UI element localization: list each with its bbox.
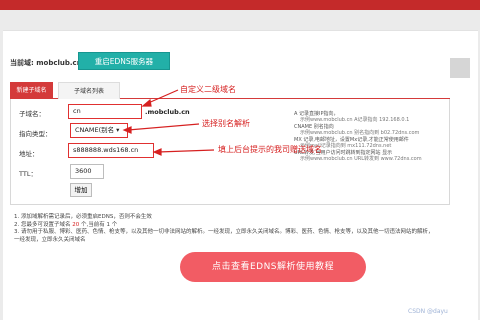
edns-tutorial-button[interactable]: 点击查看EDNS解析使用教程 [180, 252, 366, 282]
usage-notes: 1. 添加域解析需记录后，必须重启EDNS，否则不会生效 2. 您最多可设置子域… [14, 214, 474, 244]
scrollbar-thumb[interactable] [450, 58, 470, 78]
ttl-input[interactable]: 3600 [70, 164, 104, 179]
annotation-custom-subdomain: 自定义二级域名 [180, 85, 236, 94]
current-domain-label: 当前域: mobclub.cn [10, 59, 82, 67]
annotation-choose-alias: 选择别名解析 [202, 119, 250, 128]
subdomain-label: 子域名： [19, 110, 45, 118]
tab-new-subdomain[interactable]: 新建子域名 [10, 82, 53, 99]
record-type-select[interactable]: CNAME(别名 ▾ [70, 123, 128, 138]
note-line: 3. 请勿用于私服、博彩、医药、色情、枪支等，以及其他一切非法网站的解析。一经发… [14, 229, 434, 236]
watermark: CSDN @dayu [408, 308, 448, 315]
annotation-fill-domain: 填上后台提示的我司赠送域名 [218, 145, 322, 154]
record-type-label: 指向类型： [19, 130, 52, 138]
restart-edns-button[interactable]: 重启EDNS服务器 [78, 52, 170, 70]
hint-line: 示例www.mobclub.cn 别名指向到 b02.72dns.com [300, 130, 420, 136]
top-red-bar [0, 0, 480, 10]
note-line: 1. 添加域解析需记录后，必须重启EDNS，否则不会生效 [14, 214, 152, 220]
address-input[interactable]: s888888.wds168.cn [68, 143, 154, 158]
hint-line: 示例www.mobclub.cn A记录指向 192.168.0.1 [300, 117, 410, 123]
note-line: 一经发现，立即永久关闭域名 [14, 236, 86, 243]
address-label: 地址： [19, 150, 39, 158]
ttl-label: TTL： [19, 170, 37, 178]
add-button[interactable]: 增加 [70, 183, 92, 197]
domain-suffix: .mobclub.cn [145, 108, 190, 116]
tab-subdomain-list[interactable]: 子域名列表 [58, 82, 120, 99]
subdomain-input[interactable]: cn [68, 104, 142, 119]
hint-line: 示例www.mobclub.cn URL转发到 www.72dns.com [300, 156, 422, 162]
